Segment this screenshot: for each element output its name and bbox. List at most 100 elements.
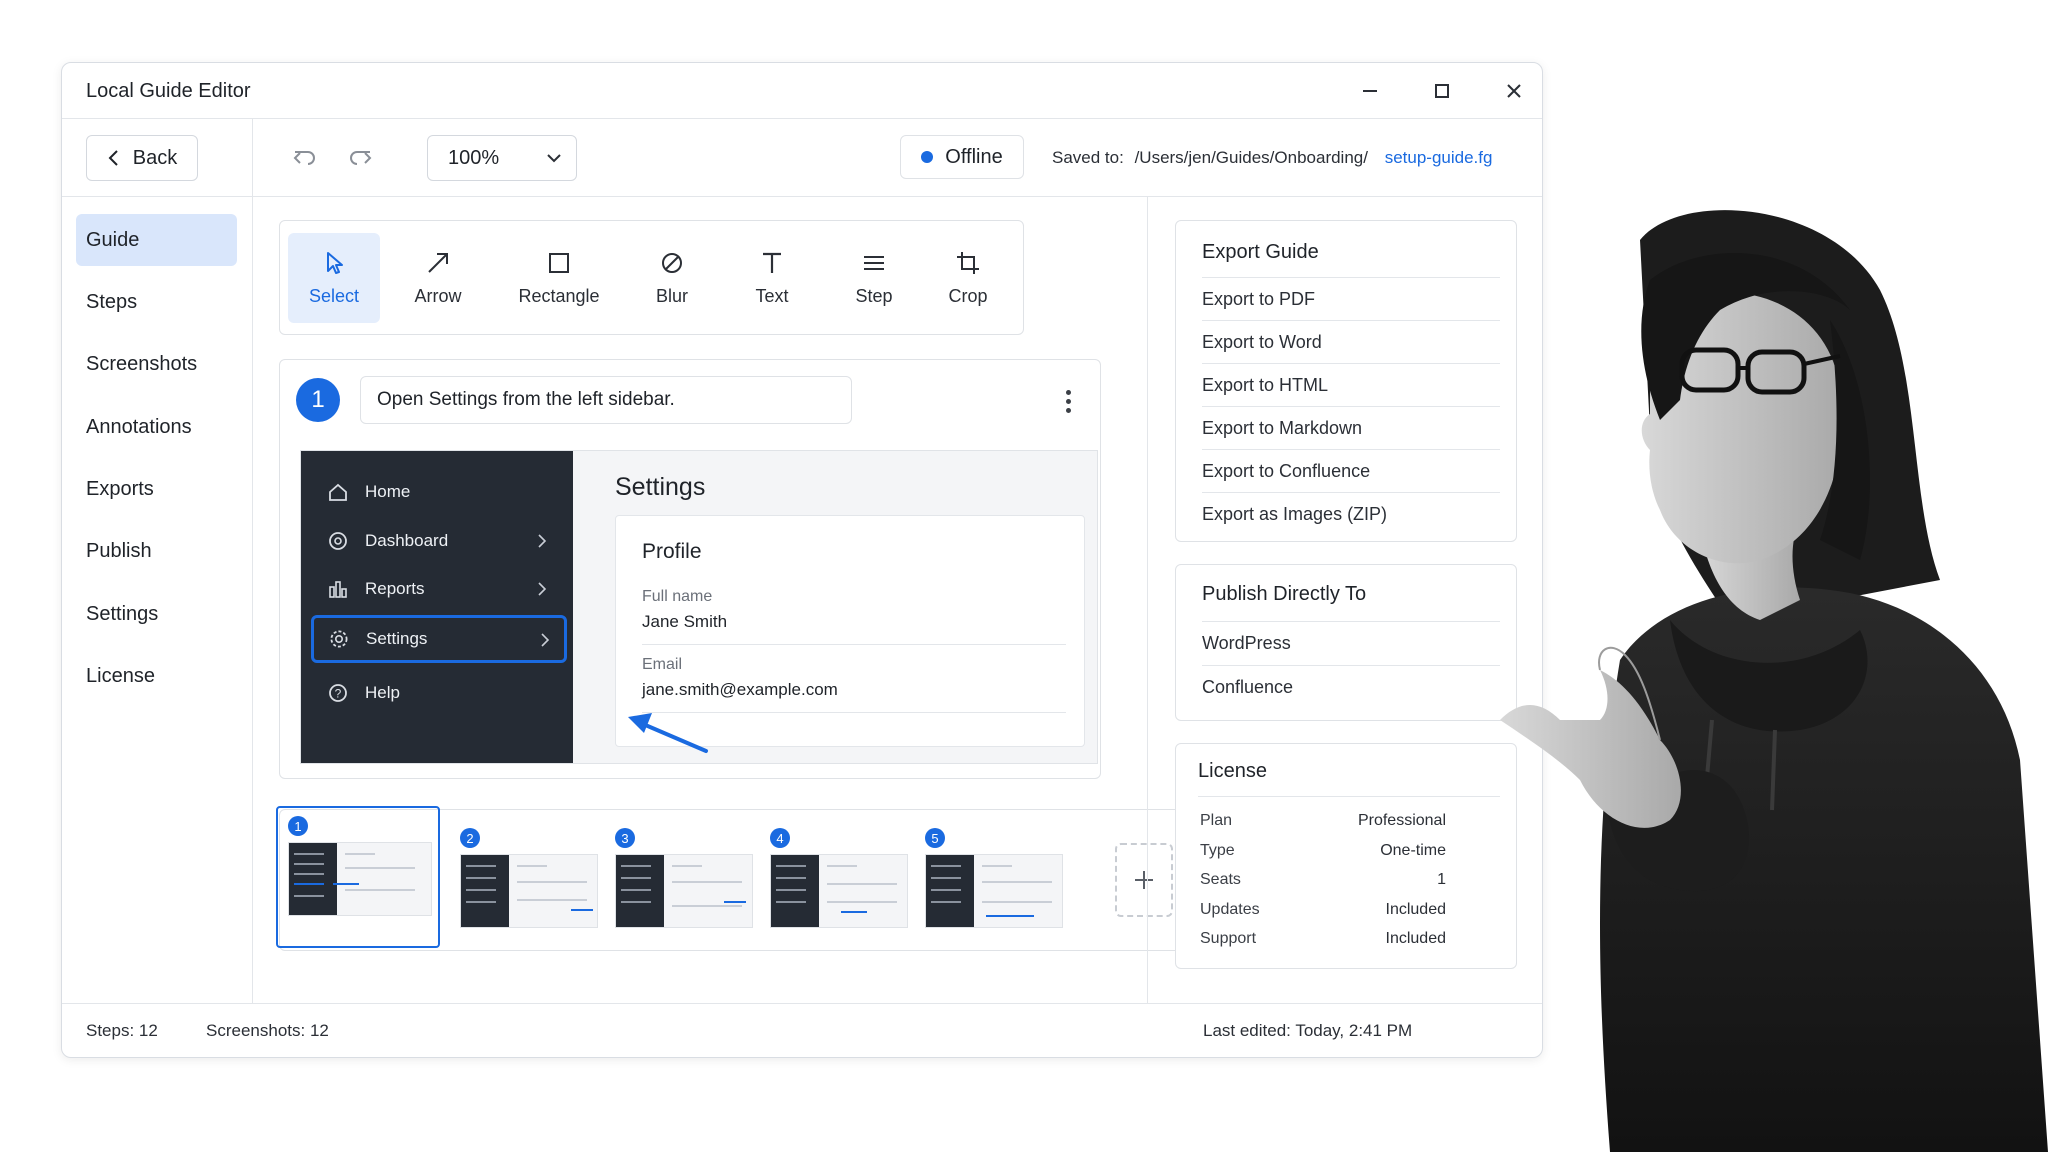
undo-button[interactable] <box>288 141 322 175</box>
full-name-label: Full name <box>642 588 713 605</box>
tool-crop[interactable]: Crop <box>928 233 1008 323</box>
license-value: 1 <box>1437 871 1446 888</box>
tool-rectangle[interactable]: Rectangle <box>504 233 614 323</box>
main-toolbar: Back 100% Offline Saved to: /Users/jen/G… <box>62 119 1542 197</box>
thumb-number: 5 <box>925 828 945 848</box>
tool-select[interactable]: Select <box>288 233 380 323</box>
saved-path: /Users/jen/Guides/Onboarding/ <box>1134 148 1368 167</box>
tool-blur[interactable]: Blur <box>632 233 712 323</box>
minimize-button[interactable] <box>1356 77 1384 105</box>
tool-label: Rectangle <box>518 285 600 306</box>
screenshot-nav-dashboard: Dashboard <box>321 521 561 561</box>
back-label: Back <box>132 146 178 169</box>
step-instruction-input[interactable]: Open Settings from the left sidebar. <box>360 376 852 424</box>
sidebar-item-publish[interactable]: Publish <box>76 525 237 577</box>
saved-file-link[interactable]: setup-guide.fg <box>1385 148 1493 167</box>
maximize-icon <box>1435 84 1449 98</box>
sidebar-item-settings[interactable]: Settings <box>76 588 237 640</box>
screenshots-count: Screenshots: 12 <box>206 1021 329 1040</box>
sidebar-item-steps[interactable]: Steps <box>76 276 237 328</box>
chevron-down-icon <box>547 154 561 163</box>
sidebar-item-label: Annotations <box>86 415 192 438</box>
license-panel-title: License <box>1198 760 1267 782</box>
chevron-left-icon <box>108 150 118 166</box>
license-row-support: Support Included <box>1200 930 1446 948</box>
export-confluence[interactable]: Export to Confluence <box>1202 449 1500 493</box>
back-button[interactable]: Back <box>86 135 198 181</box>
thumbnail-3[interactable]: 3 <box>605 820 765 958</box>
sidebar-item-label: Settings <box>86 602 159 625</box>
sidebar-item-screenshots[interactable]: Screenshots <box>76 338 237 390</box>
screenshot-nav-label: Help <box>365 683 400 702</box>
gear-icon <box>330 630 348 648</box>
license-row-updates: Updates Included <box>1200 901 1446 919</box>
zoom-value: 100% <box>448 146 500 169</box>
publish-wordpress[interactable]: WordPress <box>1202 621 1500 665</box>
zoom-select[interactable]: 100% <box>427 135 577 181</box>
tool-label: Text <box>755 285 789 306</box>
export-pdf[interactable]: Export to PDF <box>1202 277 1500 321</box>
export-item-label: Export to Word <box>1202 332 1322 352</box>
thumbnail-4[interactable]: 4 <box>760 820 920 958</box>
right-column-divider <box>1147 197 1148 1003</box>
screenshot-nav-label: Dashboard <box>365 531 449 550</box>
redo-button[interactable] <box>343 141 377 175</box>
undo-icon <box>293 151 315 165</box>
title-bar: Local Guide Editor <box>62 63 1542 119</box>
screenshot-nav-help: ? Help <box>321 673 561 713</box>
field-divider <box>642 644 1066 645</box>
export-item-label: Export as Images (ZIP) <box>1202 504 1388 524</box>
license-key: Support <box>1200 930 1257 947</box>
license-value: Included <box>1385 901 1447 918</box>
reports-icon <box>329 581 347 598</box>
license-key: Seats <box>1200 871 1241 888</box>
dashboard-icon <box>329 532 347 550</box>
thumb-sidebar <box>289 843 337 915</box>
export-item-label: Export to HTML <box>1202 375 1329 395</box>
step-icon <box>864 255 884 270</box>
screenshot-nav-settings: Settings <box>311 615 567 663</box>
redo-icon <box>350 151 372 165</box>
license-key: Plan <box>1200 812 1233 829</box>
crop-icon <box>957 251 979 274</box>
steps-count: Steps: 12 <box>86 1021 158 1040</box>
screenshot-nav-label: Settings <box>366 629 428 648</box>
step-instruction-text: Open Settings from the left sidebar. <box>377 389 675 410</box>
sidebar-item-guide[interactable]: Guide <box>76 214 237 266</box>
publish-confluence[interactable]: Confluence <box>1202 665 1500 709</box>
connection-status: Offline <box>900 135 1024 179</box>
tool-label: Crop <box>948 285 988 306</box>
profile-title: Profile <box>642 540 702 563</box>
export-images-zip[interactable]: Export as Images (ZIP) <box>1202 492 1500 536</box>
sidebar-item-label: Publish <box>86 539 152 562</box>
more-options-button[interactable] <box>1056 386 1080 416</box>
tool-step[interactable]: Step <box>834 233 914 323</box>
thumb-number: 3 <box>615 828 635 848</box>
export-word[interactable]: Export to Word <box>1202 320 1500 364</box>
window-title: Local Guide Editor <box>86 80 251 102</box>
thumbnail-1[interactable]: 1 <box>276 806 440 948</box>
export-html[interactable]: Export to HTML <box>1202 363 1500 407</box>
tool-label: Select <box>308 285 360 306</box>
export-panel: Export Guide Export to PDF Export to Wor… <box>1175 220 1517 542</box>
cursor-icon <box>327 251 343 274</box>
status-dot-icon <box>921 151 934 163</box>
thumbnail-2[interactable]: 2 <box>450 820 610 958</box>
thumb-preview <box>615 854 753 928</box>
annotation-toolbar: Select Arrow Rectangle Blur Text Step Cr… <box>279 220 1024 335</box>
tool-text[interactable]: Text <box>732 233 812 323</box>
sidebar-item-label: Guide <box>86 228 140 251</box>
maximize-button[interactable] <box>1428 77 1456 105</box>
sidebar-item-license[interactable]: License <box>76 650 237 702</box>
saved-to-label: Saved to: <box>1052 148 1124 167</box>
sidebar-item-annotations[interactable]: Annotations <box>76 401 237 453</box>
sidebar-item-exports[interactable]: Exports <box>76 463 237 515</box>
email-value: jane.smith@example.com <box>642 680 838 699</box>
add-screenshot-button[interactable] <box>1115 843 1173 917</box>
annotation-arrow-icon[interactable] <box>622 699 712 759</box>
close-icon <box>1507 84 1521 98</box>
thumbnail-5[interactable]: 5 <box>915 820 1075 958</box>
close-button[interactable] <box>1500 77 1528 105</box>
export-markdown[interactable]: Export to Markdown <box>1202 406 1500 450</box>
tool-arrow[interactable]: Arrow <box>398 233 478 323</box>
